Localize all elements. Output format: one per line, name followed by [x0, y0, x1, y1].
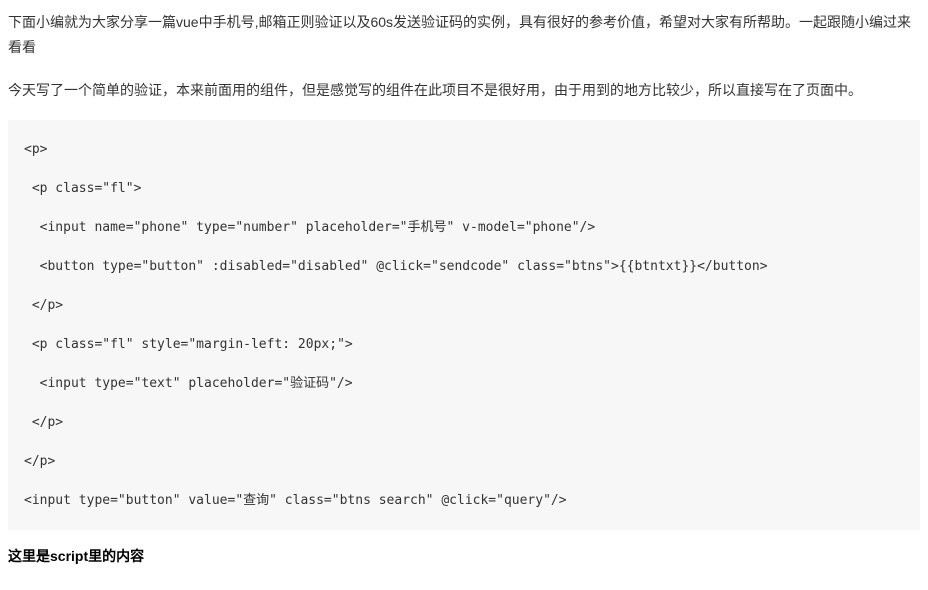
code-line: </p> — [24, 454, 55, 469]
code-line: <input name="phone" type="number" placeh… — [24, 220, 595, 235]
section-heading: 这里是script里的内容 — [0, 538, 928, 570]
code-line: <button type="button" :disabled="disable… — [24, 259, 768, 274]
code-block: <p> <p class="fl"> <input name="phone" t… — [8, 120, 920, 531]
code-line: <p class="fl"> — [24, 181, 141, 196]
code-line: <p class="fl" style="margin-left: 20px;"… — [24, 337, 353, 352]
intro-paragraph-2: 今天写了一个简单的验证，本来前面用的组件，但是感觉写的组件在此项目不是很好用，由… — [0, 68, 928, 111]
code-line: <input type="button" value="查询" class="b… — [24, 493, 567, 508]
intro-paragraph-1: 下面小编就为大家分享一篇vue中手机号,邮箱正则验证以及60s发送验证码的实例，… — [0, 0, 928, 68]
code-line: <p> — [24, 142, 47, 157]
code-line: </p> — [24, 298, 63, 313]
code-line: <input type="text" placeholder="验证码"/> — [24, 376, 353, 391]
code-line: </p> — [24, 415, 63, 430]
